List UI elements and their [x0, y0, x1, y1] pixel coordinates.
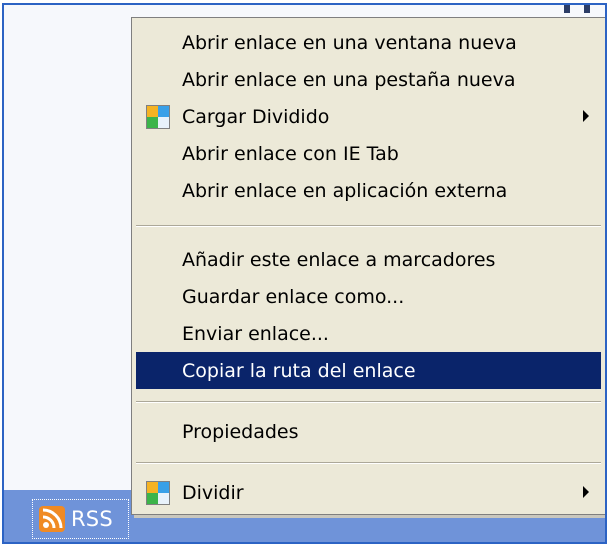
rss-label: RSS	[71, 507, 113, 531]
menu-icon-slot	[136, 24, 180, 61]
menu-item-label: Guardar enlace como...	[182, 285, 405, 308]
menu-icon-slot	[136, 315, 180, 352]
menu-icon-slot	[136, 135, 180, 172]
menu-item-label: Abrir enlace en una ventana nueva	[182, 31, 517, 54]
top-mark	[564, 5, 570, 13]
menu-icon-slot	[136, 172, 180, 209]
rss-icon	[39, 506, 65, 532]
menu-icon-slot	[136, 474, 180, 511]
menu-item-save-link-as[interactable]: Guardar enlace como...	[136, 278, 601, 315]
rss-bookmark[interactable]: RSS	[32, 499, 129, 539]
menu-item-add-bookmark[interactable]: Añadir este enlace a marcadores	[136, 241, 601, 278]
submenu-arrow-icon	[583, 486, 589, 498]
menu-icon-slot	[136, 241, 180, 278]
menu-item-open-external-app[interactable]: Abrir enlace en aplicación externa	[136, 172, 601, 209]
menu-item-send-link[interactable]: Enviar enlace...	[136, 315, 601, 352]
menu-icon-slot	[136, 98, 180, 135]
menu-item-open-new-window[interactable]: Abrir enlace en una ventana nueva	[136, 24, 601, 61]
menu-item-label: Propiedades	[182, 420, 299, 443]
menu-separator	[136, 462, 601, 464]
link-context-menu: Abrir enlace en una ventana nueva Abrir …	[131, 17, 605, 515]
menu-item-label: Abrir enlace en aplicación externa	[182, 179, 508, 202]
menu-item-label: Copiar la ruta del enlace	[182, 359, 416, 382]
menu-item-label: Abrir enlace en una pestaña nueva	[182, 68, 516, 91]
menu-icon-slot	[136, 352, 180, 389]
top-mark	[584, 5, 590, 13]
menu-item-label: Enviar enlace...	[182, 322, 329, 345]
menu-separator	[136, 225, 601, 227]
menu-icon-slot	[136, 413, 180, 450]
menu-icon-slot	[136, 278, 180, 315]
menu-item-load-split[interactable]: Cargar Dividido	[136, 98, 601, 135]
menu-separator	[136, 401, 601, 403]
menu-icon-slot	[136, 61, 180, 98]
menu-item-label: Dividir	[182, 481, 244, 504]
menu-item-copy-link-location[interactable]: Copiar la ruta del enlace	[136, 352, 601, 389]
browser-viewport: RSS Abrir enlace en una ventana nueva Ab…	[2, 3, 607, 544]
top-edge-marks	[564, 5, 605, 13]
menu-item-open-ie-tab[interactable]: Abrir enlace con IE Tab	[136, 135, 601, 172]
menu-item-label: Añadir este enlace a marcadores	[182, 248, 496, 271]
menu-item-properties[interactable]: Propiedades	[136, 413, 601, 450]
split-view-icon	[146, 104, 170, 129]
submenu-arrow-icon	[583, 110, 589, 122]
menu-item-split[interactable]: Dividir	[136, 474, 601, 511]
split-view-icon	[146, 480, 170, 505]
menu-item-label: Cargar Dividido	[182, 105, 330, 128]
menu-item-open-new-tab[interactable]: Abrir enlace en una pestaña nueva	[136, 61, 601, 98]
menu-item-label: Abrir enlace con IE Tab	[182, 142, 399, 165]
